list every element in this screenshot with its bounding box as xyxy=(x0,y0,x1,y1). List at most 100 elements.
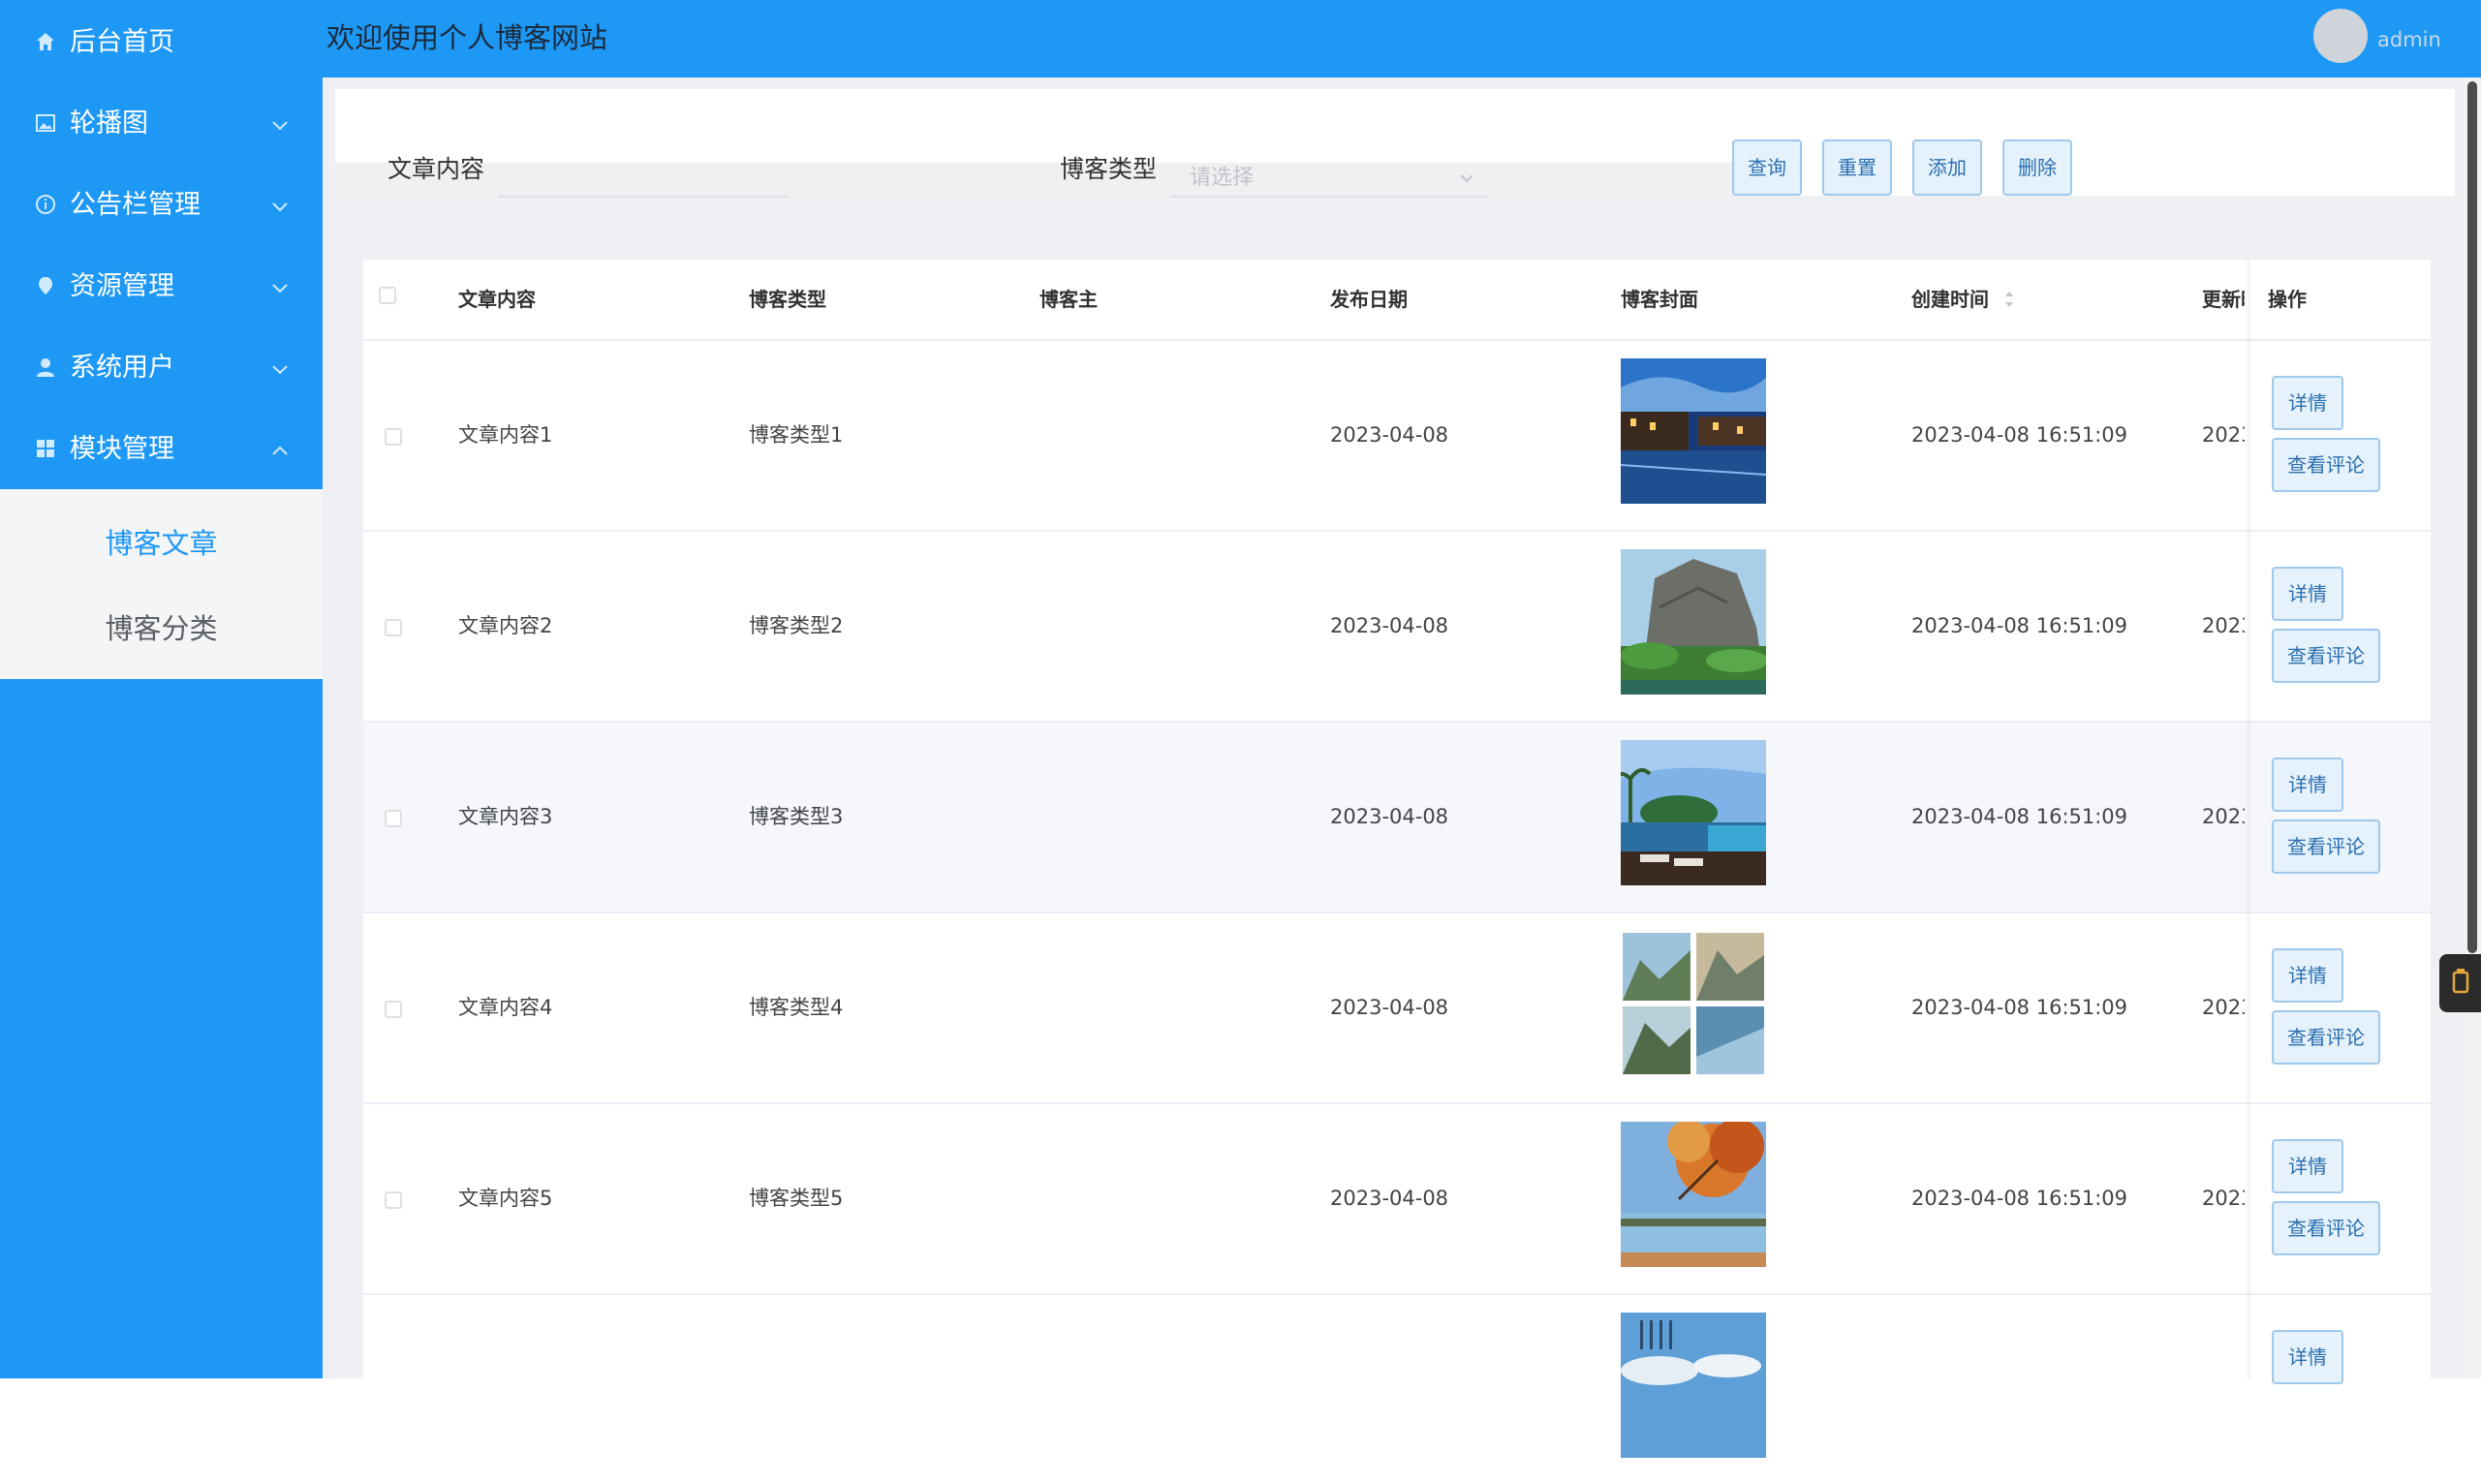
submenu-item-blog-categories[interactable]: 博客分类 xyxy=(0,586,323,671)
column-header-type: 博客类型 xyxy=(749,288,826,311)
view-comments-button[interactable]: 查看评论 xyxy=(2272,629,2380,683)
home-icon xyxy=(33,29,58,54)
scrollbar-thumb[interactable] xyxy=(2467,81,2477,953)
sidebar-item-label: 系统用户 xyxy=(70,353,174,383)
sidebar-item-label: 后台首页 xyxy=(70,27,174,57)
column-header-owner: 博客主 xyxy=(1039,288,1098,311)
sidebar-item-label: 模块管理 xyxy=(70,434,174,464)
view-comments-button[interactable]: 查看评论 xyxy=(2272,1201,2380,1255)
info-icon xyxy=(33,192,58,217)
column-header-date: 发布日期 xyxy=(1330,288,1408,311)
cell-updated: 2023-04-08 16:51:09 xyxy=(2202,423,2245,447)
detail-button[interactable]: 详情 xyxy=(2272,1139,2343,1193)
fixed-column-shadow xyxy=(2245,260,2250,1378)
sidebar-item-carousel[interactable]: 轮播图 xyxy=(0,83,323,165)
sidebar-item-label: 资源管理 xyxy=(70,271,174,301)
sidebar-item-label: 公告栏管理 xyxy=(70,190,201,220)
reset-button[interactable]: 重置 xyxy=(1822,139,1892,196)
sidebar-item-users[interactable]: 系统用户 xyxy=(0,327,323,409)
cover-image[interactable] xyxy=(1621,1122,1766,1267)
table-row[interactable]: 文章内容4 博客类型4 2023-04-08 2023-04-08 16:51:… xyxy=(363,912,2431,1102)
cell-updated: 2023-04-08 16:51:09 xyxy=(2202,805,2245,828)
cell-type: 博客类型2 xyxy=(749,614,844,637)
row-checkbox[interactable] xyxy=(385,1001,402,1018)
detail-button[interactable]: 详情 xyxy=(2272,376,2343,430)
type-search-label: 博客类型 xyxy=(1060,155,1158,183)
side-widget[interactable] xyxy=(2439,954,2481,1012)
sort-icon[interactable] xyxy=(2002,285,2016,314)
header: 欢迎使用个人博客网站 admin xyxy=(323,0,2481,77)
cell-created: 2023-04-08 16:51:09 xyxy=(1911,805,2128,828)
view-comments-button[interactable]: 查看评论 xyxy=(2272,438,2380,492)
image-icon xyxy=(33,110,58,136)
column-header-actions: 操作 xyxy=(2268,288,2307,311)
chevron-down-icon xyxy=(269,275,291,296)
chevron-down-icon xyxy=(269,194,291,215)
select-all-checkbox[interactable] xyxy=(379,287,396,304)
cover-image[interactable] xyxy=(1621,549,1766,695)
cell-type: 博客类型3 xyxy=(749,805,844,828)
sidebar-item-home[interactable]: 后台首页 xyxy=(0,2,323,83)
cell-updated: 2023-04-08 16:51:09 xyxy=(2202,614,2245,637)
user-icon xyxy=(33,355,58,380)
detail-button[interactable]: 详情 xyxy=(2272,1330,2343,1384)
cover-image[interactable] xyxy=(1621,740,1766,885)
table-row[interactable]: 文章内容5 博客类型5 2023-04-08 2023-04-08 16:51:… xyxy=(363,1102,2431,1293)
cell-content: 文章内容5 xyxy=(458,1187,553,1210)
row-checkbox[interactable] xyxy=(385,619,402,636)
avatar[interactable] xyxy=(2313,9,2368,63)
table-row[interactable]: 文章内容2 博客类型2 2023-04-08 2023-04-08 16:51:… xyxy=(363,530,2431,721)
submenu-item-blog-articles[interactable]: 博客文章 xyxy=(0,501,323,586)
pin-icon xyxy=(33,273,58,298)
cell-content: 文章内容3 xyxy=(458,805,553,828)
actions-cell: 详情 xyxy=(2250,1295,2431,1484)
row-checkbox[interactable] xyxy=(385,810,402,827)
column-header-created[interactable]: 创建时间 xyxy=(1911,260,1989,339)
table-row[interactable]: 文章内容3 博客类型3 2023-04-08 2023-04-08 16:51:… xyxy=(363,721,2431,912)
actions-cell: 详情 查看评论 xyxy=(2250,341,2431,530)
cell-date: 2023-04-08 xyxy=(1330,805,1449,828)
view-comments-button[interactable]: 查看评论 xyxy=(2272,819,2380,874)
column-header-cover: 博客封面 xyxy=(1621,288,1698,311)
sidebar-item-modules[interactable]: 模块管理 xyxy=(0,409,323,490)
page-title: 欢迎使用个人博客网站 xyxy=(326,21,608,54)
view-comments-button[interactable]: 查看评论 xyxy=(2272,1010,2380,1065)
detail-button[interactable]: 详情 xyxy=(2272,948,2343,1003)
query-button[interactable]: 查询 xyxy=(1732,139,1802,196)
chevron-down-icon xyxy=(269,356,291,378)
cover-image[interactable] xyxy=(1621,1313,1766,1458)
cell-type: 博客类型4 xyxy=(749,996,844,1019)
detail-button[interactable]: 详情 xyxy=(2272,567,2343,621)
content-search-input[interactable] xyxy=(498,159,789,198)
cover-image[interactable] xyxy=(1621,931,1766,1076)
detail-button[interactable]: 详情 xyxy=(2272,757,2343,812)
add-button[interactable]: 添加 xyxy=(1912,139,1982,196)
delete-button[interactable]: 删除 xyxy=(2002,139,2072,196)
cell-date: 2023-04-08 xyxy=(1330,614,1449,637)
submenu-modules: 博客文章 博客分类 xyxy=(0,489,323,679)
row-checkbox[interactable] xyxy=(385,1191,402,1209)
cell-created: 2023-04-08 16:51:09 xyxy=(1911,1187,2128,1210)
sidebar-item-label: 轮播图 xyxy=(70,108,148,139)
cell-created: 2023-04-08 16:51:09 xyxy=(1911,614,2128,637)
cell-content: 文章内容2 xyxy=(458,614,553,637)
cell-type: 博客类型1 xyxy=(749,423,844,447)
sidebar: 后台首页 轮播图 公告栏管理 资源管理 系统用户 模块管理 博客文章 博客分类 xyxy=(0,0,323,1378)
table-row[interactable]: 文章内容1 博客类型1 2023-04-08 2023-04-08 16:51:… xyxy=(363,339,2431,530)
chevron-down-icon xyxy=(1457,169,1476,188)
cell-type: 博客类型5 xyxy=(749,1187,844,1210)
type-select[interactable]: 请选择 xyxy=(1170,159,1488,198)
username[interactable]: admin xyxy=(2377,27,2441,52)
cover-image[interactable] xyxy=(1621,358,1766,504)
chevron-up-icon xyxy=(269,438,291,459)
table-row[interactable]: 详情 xyxy=(363,1293,2431,1484)
data-table: 文章内容 博客类型 博客主 发布日期 博客封面 创建时间 更新时间 操作 文章内… xyxy=(363,260,2431,1484)
type-select-placeholder: 请选择 xyxy=(1190,166,1255,190)
actions-cell: 详情 查看评论 xyxy=(2250,1104,2431,1293)
row-checkbox[interactable] xyxy=(385,428,402,446)
actions-cell: 详情 查看评论 xyxy=(2250,913,2431,1102)
sidebar-item-notice[interactable]: 公告栏管理 xyxy=(0,165,323,246)
cell-created: 2023-04-08 16:51:09 xyxy=(1911,423,2128,447)
cell-date: 2023-04-08 xyxy=(1330,996,1449,1019)
sidebar-item-resources[interactable]: 资源管理 xyxy=(0,246,323,327)
